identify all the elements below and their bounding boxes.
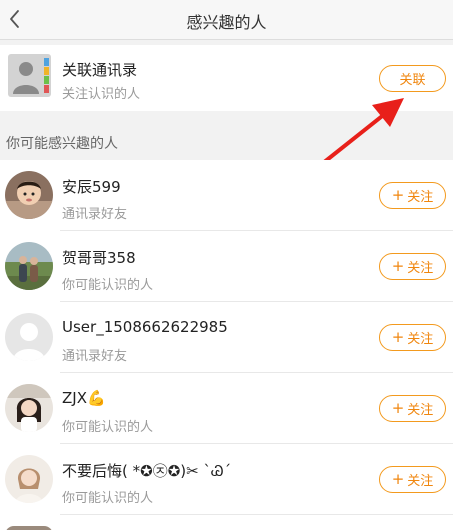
link-contacts-subtitle: 关注认识的人 bbox=[62, 87, 141, 102]
person-subtitle: 你可能认识的人 bbox=[62, 491, 154, 506]
link-contacts-card[interactable]: 关联通讯录 关注认识的人 关联 bbox=[0, 45, 453, 111]
suggested-people-list: 安辰599 通讯录好友 + 关注 贺哥哥358 你可能认识的人 + 关注 Use… bbox=[0, 160, 453, 530]
follow-button[interactable]: + 关注 bbox=[379, 182, 446, 209]
header-bar: 感兴趣的人 bbox=[0, 0, 453, 40]
avatar bbox=[5, 526, 53, 530]
follow-label: 关注 bbox=[407, 261, 434, 276]
person-name: 不要后悔( *✪㉨✪)✂ ˋᏊˊ bbox=[62, 462, 232, 480]
link-contacts-button[interactable]: 关联 bbox=[379, 65, 446, 92]
screen: 感兴趣的人 关联通讯录 关注认识的人 关联 你可能感兴趣的人 安辰599 通讯录… bbox=[0, 0, 453, 530]
person-name: ZJX💪 bbox=[62, 389, 106, 407]
section-title: 你可能感兴趣的人 bbox=[6, 136, 118, 152]
list-item[interactable]: 不要后悔( *✪㉨✪)✂ ˋᏊˊ 你可能认识的人 + 关注 bbox=[0, 444, 453, 515]
follow-label: 关注 bbox=[407, 332, 434, 347]
follow-button[interactable]: + 关注 bbox=[379, 395, 446, 422]
follow-label: 关注 bbox=[407, 474, 434, 489]
person-subtitle: 你可能认识的人 bbox=[62, 278, 154, 293]
child-photo-avatar[interactable] bbox=[5, 171, 53, 219]
follow-button[interactable]: + 关注 bbox=[379, 253, 446, 280]
list-item[interactable]: 贺哥哥358 你可能认识的人 + 关注 bbox=[0, 231, 453, 302]
contacts-book-icon bbox=[8, 54, 51, 97]
woman-photo-avatar[interactable] bbox=[5, 455, 53, 503]
plus-icon: + bbox=[391, 328, 405, 346]
person-name: 贺哥哥358 bbox=[62, 249, 136, 267]
follow-label: 关注 bbox=[407, 403, 434, 418]
follow-button[interactable]: + 关注 bbox=[379, 466, 446, 493]
person-subtitle: 你可能认识的人 bbox=[62, 420, 154, 435]
follow-button[interactable]: + 关注 bbox=[379, 324, 446, 351]
plus-icon: + bbox=[391, 399, 405, 417]
couple-photo-avatar[interactable] bbox=[5, 242, 53, 290]
plus-icon: + bbox=[391, 257, 405, 275]
person-subtitle: 通讯录好友 bbox=[62, 207, 128, 222]
plus-icon: + bbox=[391, 186, 405, 204]
person-name: 安辰599 bbox=[62, 178, 121, 196]
plus-icon: + bbox=[391, 470, 405, 488]
list-item[interactable]: User_1508662622985 通讯录好友 + 关注 bbox=[0, 302, 453, 373]
follow-label: 关注 bbox=[407, 190, 434, 205]
page-title: 感兴趣的人 bbox=[186, 13, 267, 32]
girl-photo-avatar[interactable] bbox=[5, 384, 53, 432]
link-contacts-title: 关联通讯录 bbox=[62, 61, 138, 79]
person-subtitle: 通讯录好友 bbox=[62, 349, 128, 364]
default-avatar[interactable] bbox=[5, 313, 53, 361]
list-item[interactable]: 安辰599 通讯录好友 + 关注 bbox=[0, 160, 453, 231]
list-item[interactable]: ZJX💪 你可能认识的人 + 关注 bbox=[0, 373, 453, 444]
list-item[interactable] bbox=[0, 515, 453, 530]
person-name: User_1508662622985 bbox=[62, 318, 228, 336]
